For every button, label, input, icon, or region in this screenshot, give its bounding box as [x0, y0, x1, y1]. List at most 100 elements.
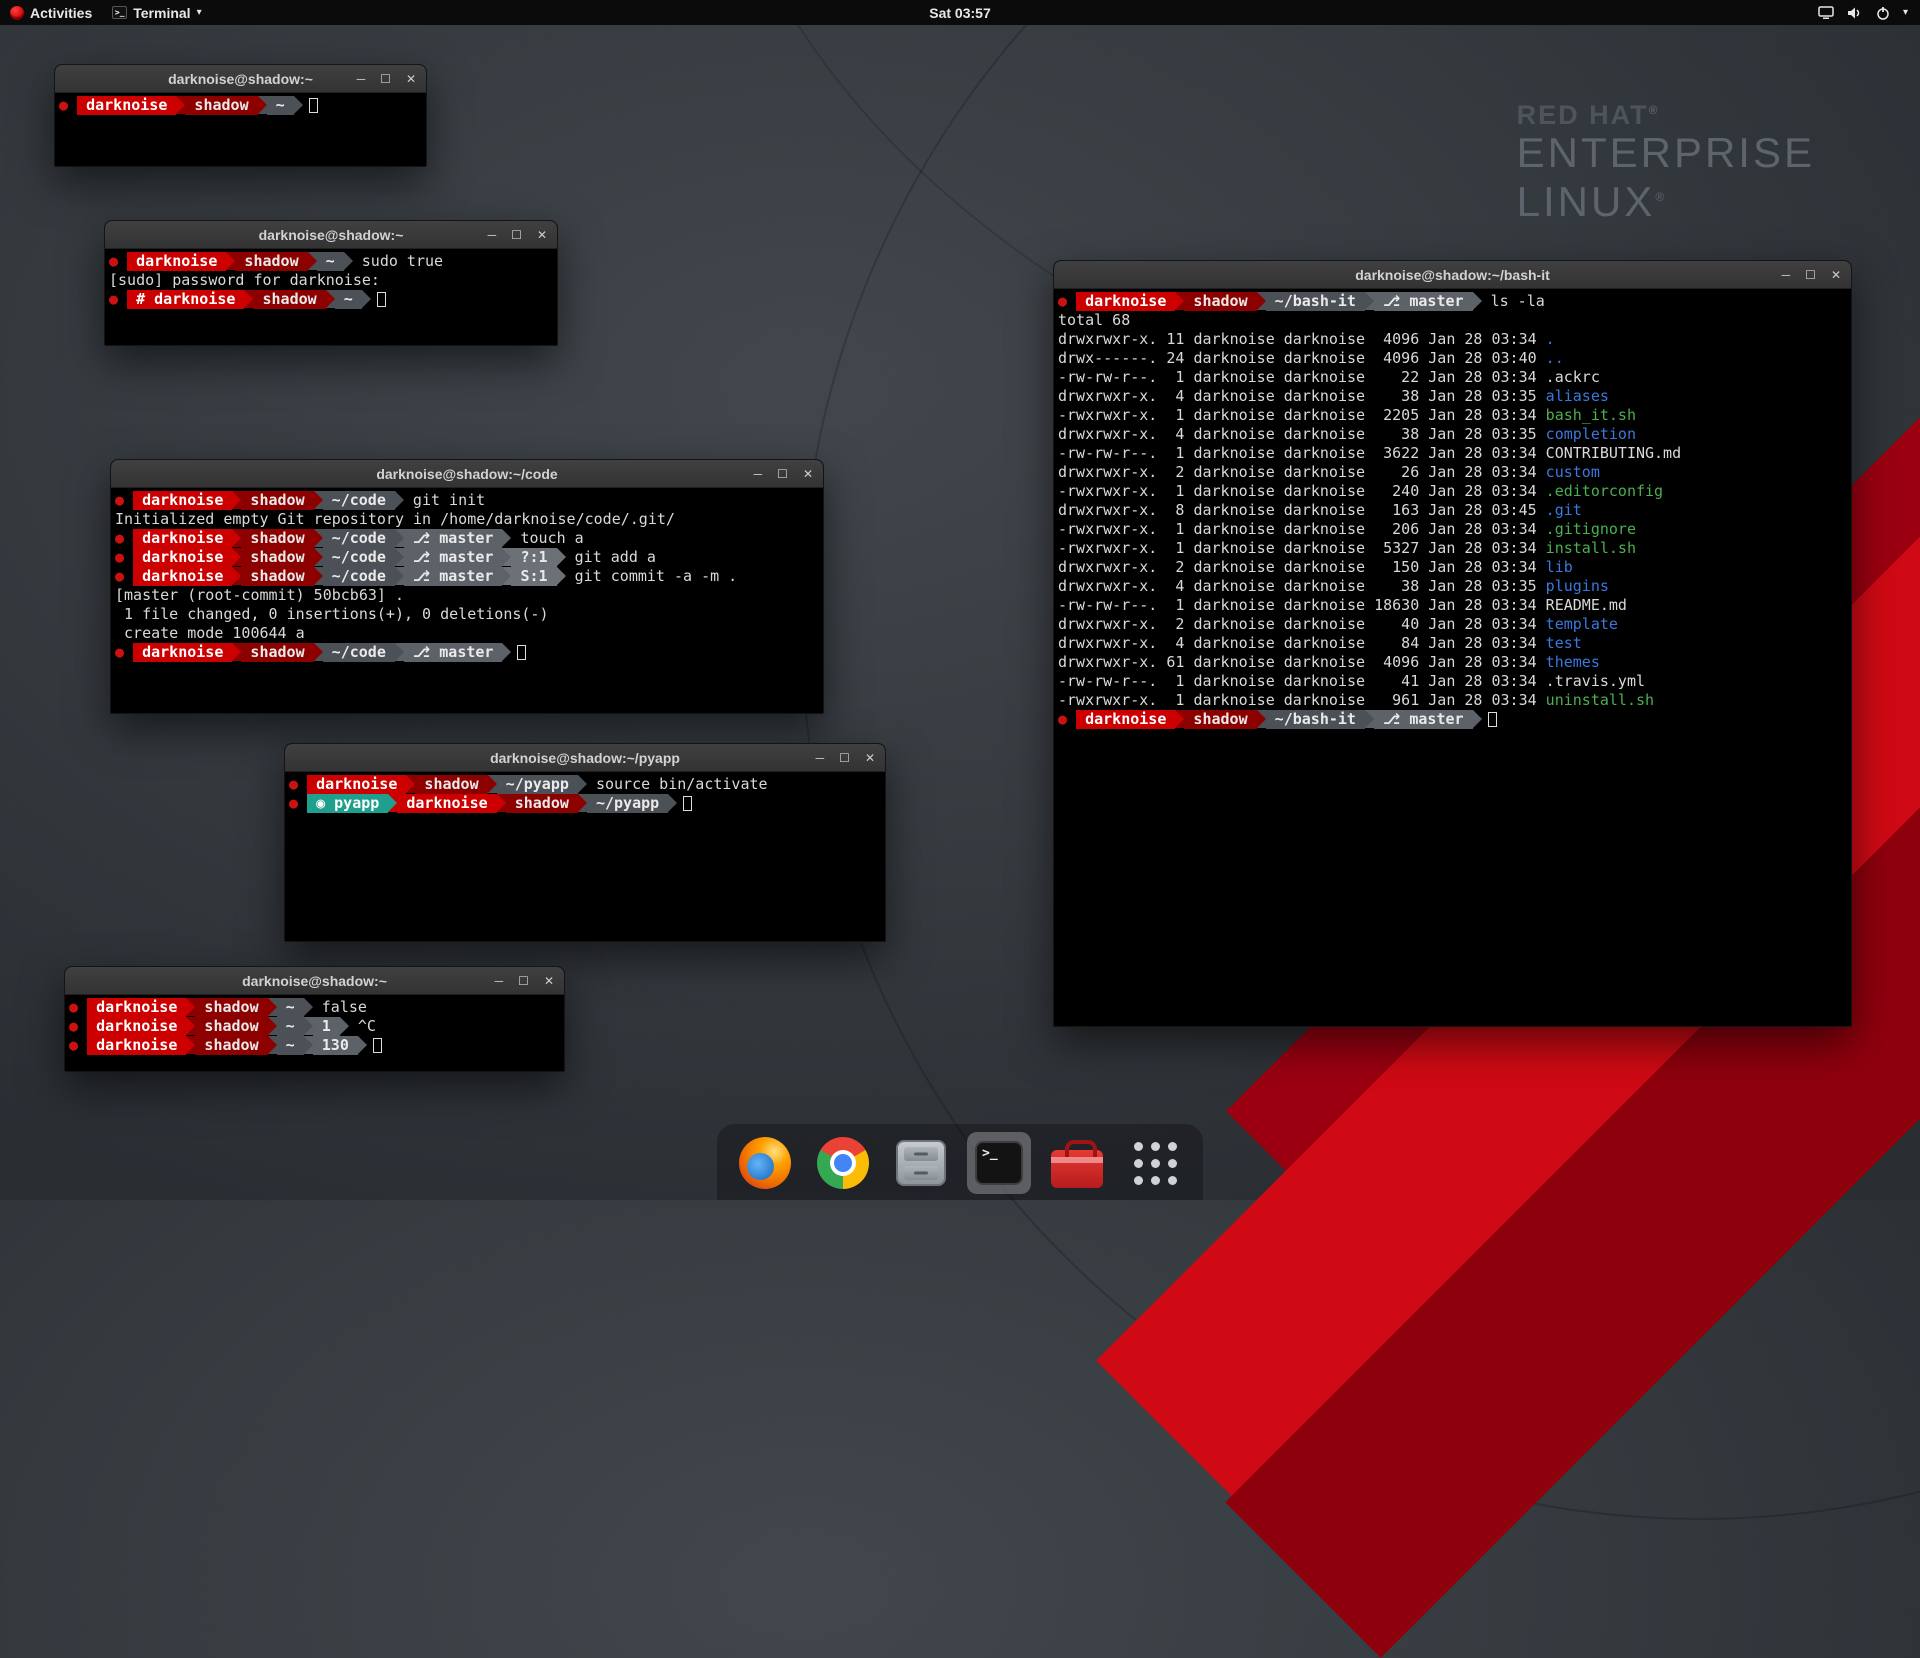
terminal-text: -rwxrwxr-x. 1 darknoise darknoise 961 Ja…	[1058, 691, 1546, 710]
powerline-arrow-icon	[1473, 710, 1482, 728]
terminal-line: ● darknoise shadow ~/pyapp source bin/ac…	[289, 775, 881, 794]
minimize-button[interactable]: ─	[488, 229, 497, 241]
terminal-line: ● darknoise shadow ~/code ⎇ master ?:1 g…	[115, 548, 819, 567]
terminal-line: drwxrwxr-x. 11 darknoise darknoise 4096 …	[1058, 330, 1847, 349]
maximize-button[interactable]: ☐	[1805, 269, 1816, 281]
terminal-body[interactable]: ● darknoise shadow ~/bash-it ⎇ master ls…	[1054, 289, 1851, 732]
redhat-branding: RED HAT® ENTERPRISE LINUX®	[1517, 100, 1815, 224]
powerline-arrow-icon	[314, 491, 323, 509]
close-button[interactable]: ✕	[803, 468, 813, 480]
prompt-segment: shadow	[1184, 710, 1256, 729]
app-grid-dock-button[interactable]	[1123, 1132, 1187, 1194]
files-dock-button[interactable]	[889, 1132, 953, 1194]
terminal-text: drwxrwxr-x. 11 darknoise darknoise 4096 …	[1058, 330, 1546, 349]
clock[interactable]: Sat 03:57	[929, 5, 990, 21]
terminal-window: darknoise@shadow:~ ─ ☐ ✕ ● darknoise shadow …	[64, 966, 565, 1072]
terminal-body[interactable]: ● darknoise shadow ~ false● darknoise sh…	[65, 995, 564, 1058]
prompt-segment: ~	[267, 96, 294, 115]
close-button[interactable]: ✕	[537, 229, 547, 241]
toolbox-dock-button[interactable]	[1045, 1132, 1109, 1194]
terminal-window: darknoise@shadow:~─☐✕● darknoise shadow …	[104, 220, 558, 346]
close-button[interactable]: ✕	[1831, 269, 1841, 281]
maximize-button[interactable]: ☐	[518, 975, 529, 987]
window-titlebar[interactable]: darknoise@shadow:~ ─ ☐ ✕	[65, 967, 564, 995]
grid-dot	[1151, 1176, 1160, 1185]
minimize-button[interactable]: ─	[357, 73, 366, 85]
maximize-button[interactable]: ☐	[511, 229, 522, 241]
terminal-text: ●	[115, 548, 133, 567]
terminal-text: ●	[289, 794, 307, 813]
minimize-button[interactable]: ─	[754, 468, 763, 480]
prompt-segment: darknoise	[133, 491, 232, 510]
terminal-text: ●	[69, 1036, 87, 1055]
activities-button[interactable]: Activities	[10, 5, 92, 21]
prompt-segment: darknoise	[133, 529, 232, 548]
prompt-segment: shadow	[241, 567, 313, 586]
terminal-body[interactable]: ● darknoise shadow ~	[55, 93, 426, 118]
minimize-button[interactable]: ─	[495, 975, 504, 987]
terminal-body[interactable]: ● darknoise shadow ~/code git initInitia…	[111, 488, 823, 665]
window-titlebar[interactable]: darknoise@shadow:~─☐✕	[105, 221, 557, 249]
terminal-window: darknoise@shadow:~/pyapp─☐✕● darknoise s…	[284, 743, 886, 942]
terminal-line: drwxrwxr-x. 8 darknoise darknoise 163 Ja…	[1058, 501, 1847, 520]
terminal-text: aliases	[1546, 387, 1609, 406]
terminal-body[interactable]: ● darknoise shadow ~ sudo true[sudo] pas…	[105, 249, 557, 312]
app-menu-terminal[interactable]: >_ Terminal ▾	[112, 5, 201, 21]
terminal-text: drwxrwxr-x. 4 darknoise darknoise 38 Jan…	[1058, 387, 1546, 406]
powerline-arrow-icon	[578, 775, 587, 793]
grid-dot	[1151, 1142, 1160, 1151]
system-status-area[interactable]: ▾	[1818, 6, 1920, 20]
powerline-arrow-icon	[314, 529, 323, 547]
window-titlebar[interactable]: darknoise@shadow:~─☐✕	[55, 65, 426, 93]
powerline-arrow-icon	[502, 529, 511, 547]
firefox-dock-button[interactable]	[733, 1132, 797, 1194]
terminal-dock-button[interactable]: >_	[967, 1132, 1031, 1194]
maximize-button[interactable]: ☐	[777, 468, 788, 480]
powerline-arrow-icon	[668, 794, 677, 812]
terminal-text: -rw-rw-r--. 1 darknoise darknoise 3622 J…	[1058, 444, 1681, 463]
window-titlebar[interactable]: darknoise@shadow:~/pyapp─☐✕	[285, 744, 885, 772]
powerline-arrow-icon	[186, 1036, 195, 1054]
prompt-segment: shadow	[506, 794, 578, 813]
terminal-text: ●	[115, 567, 133, 586]
terminal-text: completion	[1546, 425, 1636, 444]
terminal-line: ● darknoise shadow ~ 130	[69, 1036, 560, 1055]
terminal-line: ● darknoise shadow ~/code git init	[115, 491, 819, 510]
registered-mark: ®	[1649, 103, 1660, 117]
powerline-arrow-icon	[557, 548, 566, 566]
powerline-arrow-icon	[502, 643, 511, 661]
terminal-line: 1 file changed, 0 insertions(+), 0 delet…	[115, 605, 819, 624]
redhat-icon	[10, 6, 24, 20]
minimize-button[interactable]: ─	[1782, 269, 1791, 281]
window-titlebar[interactable]: darknoise@shadow:~/code─☐✕	[111, 460, 823, 488]
terminal-text: install.sh	[1546, 539, 1636, 558]
terminal-body[interactable]: ● darknoise shadow ~/pyapp source bin/ac…	[285, 772, 885, 816]
firefox-icon	[739, 1137, 791, 1189]
close-button[interactable]: ✕	[544, 975, 554, 987]
app-grid-icon	[1134, 1142, 1177, 1185]
close-button[interactable]: ✕	[865, 752, 875, 764]
maximize-button[interactable]: ☐	[839, 752, 850, 764]
window-title: darknoise@shadow:~	[242, 973, 387, 989]
terminal-text: -rwxrwxr-x. 1 darknoise darknoise 206 Ja…	[1058, 520, 1546, 539]
grid-dot	[1151, 1159, 1160, 1168]
prompt-segment: shadow	[253, 290, 325, 309]
terminal-line: drwxrwxr-x. 61 darknoise darknoise 4096 …	[1058, 653, 1847, 672]
maximize-button[interactable]: ☐	[380, 73, 391, 85]
terminal-text: source bin/activate	[587, 775, 768, 794]
prompt-segment: ⎇ master	[404, 548, 503, 567]
powerline-arrow-icon	[358, 1036, 367, 1054]
terminal-text: template	[1546, 615, 1618, 634]
terminal-text: .editorconfig	[1546, 482, 1663, 501]
minimize-button[interactable]: ─	[816, 752, 825, 764]
chrome-dock-button[interactable]	[811, 1132, 875, 1194]
window-titlebar[interactable]: darknoise@shadow:~/bash-it─☐✕	[1054, 261, 1851, 289]
terminal-cursor	[373, 1038, 382, 1053]
terminal-line: ● darknoise shadow ~/bash-it ⎇ master	[1058, 710, 1847, 729]
close-button[interactable]: ✕	[406, 73, 416, 85]
desktop: { "palette": { "red": "#cc0000", "dred":…	[0, 0, 1920, 1200]
brand-redhat: RED HAT®	[1517, 100, 1815, 131]
prompt-segment: # darknoise	[127, 290, 244, 309]
prompt-segment: ⎇ master	[1374, 292, 1473, 311]
terminal-text: drwx------. 24 darknoise darknoise 4096 …	[1058, 349, 1546, 368]
